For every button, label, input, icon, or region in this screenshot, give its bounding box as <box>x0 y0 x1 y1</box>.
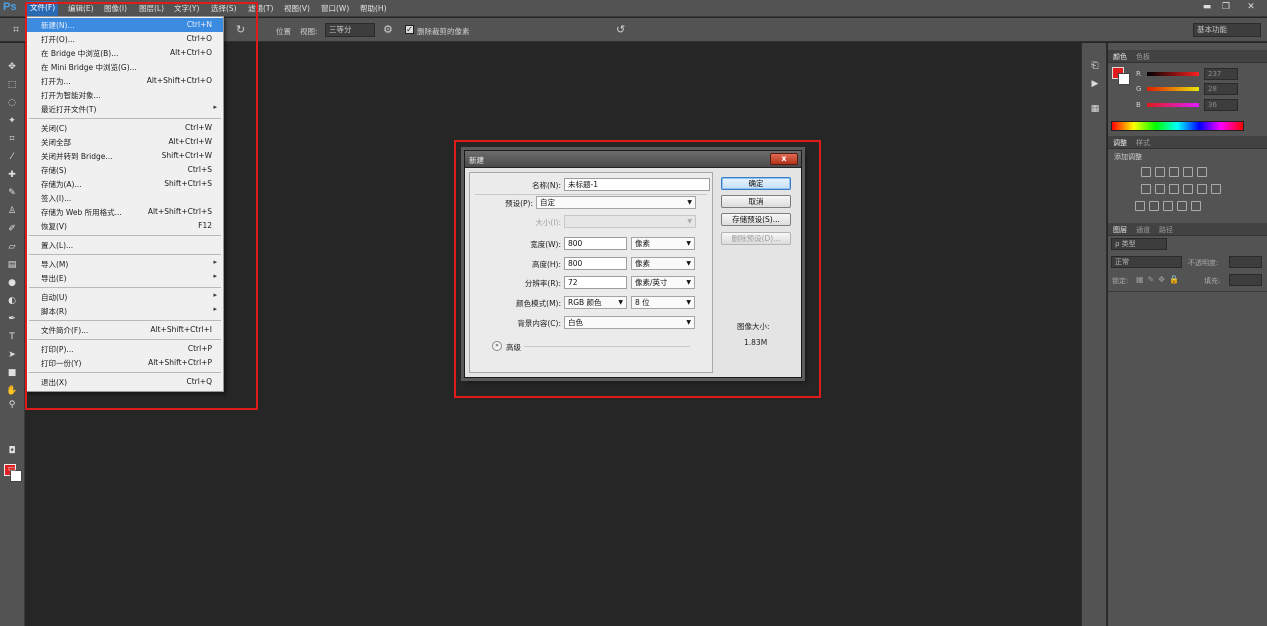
close-app-icon[interactable]: ✕ <box>1244 2 1258 13</box>
tab-layers[interactable]: 图层 <box>1113 225 1127 235</box>
adjustment-icon[interactable] <box>1155 184 1165 194</box>
workspace-select[interactable]: 基本功能 <box>1193 23 1261 37</box>
view-label: 视图: <box>300 27 318 36</box>
fill-label: 填充: <box>1204 277 1221 285</box>
right-panels: 颜色 色板 R 237 G 28 B 36 调整 样式 添加调整 图层 通道 路… <box>1108 43 1267 626</box>
crop-tool-icon[interactable]: ⌗ <box>13 23 19 37</box>
adjustment-icon[interactable] <box>1141 167 1151 177</box>
clone-stamp-tool-icon[interactable]: ♙ <box>6 205 18 217</box>
add-adjustment-label: 添加调整 <box>1114 153 1142 161</box>
eyedropper-tool-icon[interactable]: ⁄ <box>6 151 18 163</box>
adjustment-icon[interactable] <box>1183 167 1193 177</box>
menu-help[interactable]: 帮助(H) <box>360 3 387 14</box>
layers-panel-header: 图层 通道 路径 <box>1108 223 1267 236</box>
color-spectrum[interactable] <box>1111 121 1244 131</box>
adjustment-icon[interactable] <box>1149 201 1159 211</box>
slider-r[interactable]: R 237 <box>1108 68 1267 82</box>
adjustment-icon[interactable] <box>1211 184 1221 194</box>
slider-b-value[interactable]: 36 <box>1204 99 1238 111</box>
properties-panel-icon[interactable]: ▦ <box>1089 103 1101 115</box>
adjustment-icon[interactable] <box>1191 201 1201 211</box>
crop-tool-icon[interactable]: ⌗ <box>6 133 18 145</box>
zoom-tool-icon[interactable]: ⚲ <box>6 399 18 411</box>
slider-g-track[interactable] <box>1147 87 1199 91</box>
slider-r-label: R <box>1136 70 1141 78</box>
adjustment-icon[interactable] <box>1155 167 1165 177</box>
minimize-icon[interactable]: ▬ <box>1200 2 1214 13</box>
healing-brush-tool-icon[interactable]: ✚ <box>6 169 18 181</box>
slider-g-value[interactable]: 28 <box>1204 83 1238 95</box>
adjustment-icon[interactable] <box>1197 184 1207 194</box>
panel-dock-strip: ⎗ ▶ ▦ <box>1081 43 1107 626</box>
blur-tool-icon[interactable]: ● <box>6 277 18 289</box>
pen-tool-icon[interactable]: ✒ <box>6 313 18 325</box>
menu-view[interactable]: 视图(V) <box>284 3 310 14</box>
lock-icons[interactable]: ▦✎✥🔒 <box>1136 275 1183 284</box>
photoshop-logo: Ps <box>3 1 17 13</box>
slider-b[interactable]: B 36 <box>1108 99 1267 113</box>
color-panel-header: 颜色 色板 <box>1108 50 1267 63</box>
actions-panel-icon[interactable]: ▶ <box>1089 78 1101 90</box>
tab-color[interactable]: 颜色 <box>1113 52 1127 62</box>
fill-input[interactable] <box>1229 274 1262 286</box>
adjustment-icon[interactable] <box>1183 184 1193 194</box>
annotation-highlight-dialog <box>454 140 821 398</box>
view-select[interactable]: 三等分 <box>325 23 375 37</box>
brush-tool-icon[interactable]: ✎ <box>6 187 18 199</box>
type-tool-icon[interactable]: T <box>6 331 18 343</box>
menu-window[interactable]: 窗口(W) <box>321 3 349 14</box>
position-label: 位置 <box>276 27 291 36</box>
adjustment-icon[interactable] <box>1169 167 1179 177</box>
adjustment-icon[interactable] <box>1177 201 1187 211</box>
gear-icon[interactable]: ⚙ <box>383 23 393 36</box>
dodge-tool-icon[interactable]: ◐ <box>6 295 18 307</box>
reset-icon[interactable]: ↺ <box>616 23 625 36</box>
lasso-tool-icon[interactable]: ◌ <box>6 97 18 109</box>
screen-mode-icon[interactable]: ▭ <box>6 463 18 475</box>
marquee-tool-icon[interactable]: ⬚ <box>6 79 18 91</box>
annotation-highlight-file-menu <box>25 2 258 410</box>
adjustment-icon[interactable] <box>1135 201 1145 211</box>
history-panel-icon[interactable]: ⎗ <box>1089 60 1101 72</box>
tab-channels[interactable]: 通道 <box>1136 225 1150 235</box>
quick-mask-icon[interactable]: ◘ <box>6 445 18 457</box>
tab-styles[interactable]: 样式 <box>1136 138 1150 148</box>
slider-g-label: G <box>1136 85 1142 93</box>
slider-b-track[interactable] <box>1147 103 1199 107</box>
adjustments-panel-header: 调整 样式 <box>1108 136 1267 149</box>
adjustment-icon[interactable] <box>1163 201 1173 211</box>
slider-g[interactable]: G 28 <box>1108 83 1267 97</box>
tab-paths[interactable]: 路径 <box>1159 225 1173 235</box>
hand-tool-icon[interactable]: ✋ <box>6 385 18 397</box>
delete-crop-checkbox[interactable]: ✓ <box>405 25 414 34</box>
slider-r-value[interactable]: 237 <box>1204 68 1238 80</box>
adjustment-icon[interactable] <box>1169 184 1179 194</box>
shape-tool-icon[interactable]: ■ <box>6 367 18 379</box>
path-selection-tool-icon[interactable]: ➤ <box>6 349 18 361</box>
layers-divider <box>1108 291 1267 292</box>
delete-crop-label: 删除裁剪的像素 <box>417 27 470 36</box>
magic-wand-tool-icon[interactable]: ✦ <box>6 115 18 127</box>
history-brush-tool-icon[interactable]: ✐ <box>6 223 18 235</box>
adjustment-icon[interactable] <box>1197 167 1207 177</box>
layer-kind-filter[interactable]: ρ 类型 <box>1111 238 1167 250</box>
tab-swatches[interactable]: 色板 <box>1136 52 1150 62</box>
eraser-tool-icon[interactable]: ▱ <box>6 241 18 253</box>
toolbox: ✥ ⬚ ◌ ✦ ⌗ ⁄ ✚ ✎ ♙ ✐ ▱ ▤ ● ◐ ✒ T ➤ ■ ✋ ⚲ … <box>0 43 25 626</box>
tab-adjustments[interactable]: 调整 <box>1113 138 1127 148</box>
adjustment-icon[interactable] <box>1141 184 1151 194</box>
slider-b-label: B <box>1136 101 1141 109</box>
opacity-input[interactable] <box>1229 256 1262 268</box>
blend-mode-select[interactable]: 正常 <box>1111 256 1182 268</box>
move-tool-icon[interactable]: ✥ <box>6 61 18 73</box>
lock-label: 锁定: <box>1112 277 1129 285</box>
opacity-label: 不透明度: <box>1188 259 1219 267</box>
slider-r-track[interactable] <box>1147 72 1199 76</box>
restore-icon[interactable]: ❐ <box>1219 2 1233 13</box>
gradient-tool-icon[interactable]: ▤ <box>6 259 18 271</box>
